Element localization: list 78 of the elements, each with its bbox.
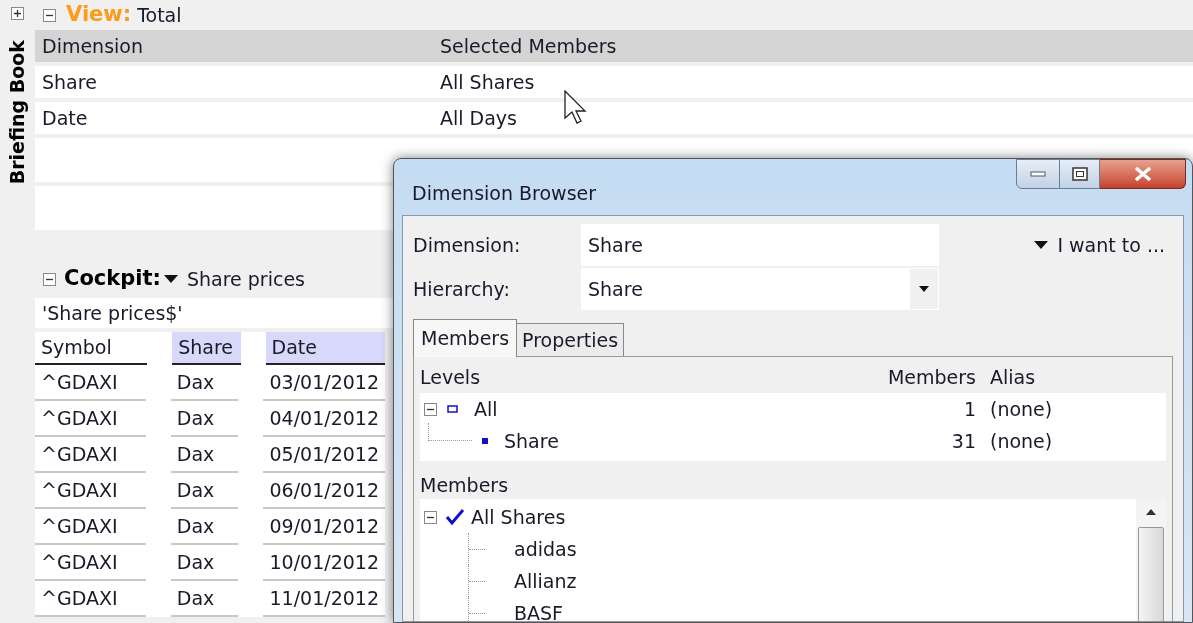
- collapse-icon[interactable]: [424, 510, 437, 524]
- close-icon: [1132, 166, 1153, 182]
- table-cell-text: Date: [42, 105, 88, 131]
- table-cell: ^GDAXI: [35, 473, 146, 509]
- dropdown-arrow-icon: [1033, 240, 1050, 250]
- table-cell-text: 31: [950, 428, 976, 454]
- action-menu[interactable]: I want to ...: [1033, 230, 1165, 260]
- close-button[interactable]: [1100, 159, 1186, 189]
- tree-line: [428, 423, 472, 441]
- maximize-button[interactable]: [1060, 159, 1100, 189]
- table-cell: ^GDAXI: [35, 545, 146, 581]
- collapse-icon[interactable]: [43, 8, 56, 22]
- level-square-icon: [482, 438, 488, 444]
- tree-item[interactable]: adidas: [514, 534, 577, 564]
- table-cell-text: All Shares: [440, 69, 535, 95]
- column-header[interactable]: Share: [172, 332, 241, 365]
- table-cell: ^GDAXI: [35, 437, 146, 473]
- table-cell: 09/01/2012: [263, 509, 385, 545]
- table-cell-text: Share: [42, 69, 97, 95]
- tree-item[interactable]: Allianz: [514, 566, 577, 596]
- window-title: Dimension Browser: [412, 181, 597, 206]
- field-label: Dimension:: [413, 232, 522, 258]
- view-name: Total: [137, 2, 182, 28]
- table-cell-text: All Days: [440, 105, 517, 131]
- table-cell: 11/01/2012: [263, 581, 385, 617]
- tab[interactable]: Members: [413, 319, 518, 357]
- field-label: Hierarchy:: [413, 276, 511, 302]
- dimension-field[interactable]: Share: [581, 224, 939, 266]
- maximize-icon: [1071, 167, 1088, 181]
- table-cell: 03/01/2012: [263, 365, 385, 401]
- column-header: Alias: [989, 364, 1037, 390]
- table-cell: 04/01/2012: [263, 401, 385, 437]
- level-name[interactable]: Share: [504, 426, 559, 456]
- level-name[interactable]: All: [474, 394, 498, 424]
- table-cell: 05/01/2012: [263, 437, 385, 473]
- table-cell: Dax: [170, 581, 239, 617]
- table-cell: ^GDAXI: [35, 365, 146, 401]
- table-cell: ^GDAXI: [35, 509, 146, 545]
- table-cell: Dax: [170, 509, 239, 545]
- section-label: Members: [420, 473, 510, 498]
- table-cell-text: (none): [989, 396, 1054, 422]
- tree-line: [468, 533, 484, 565]
- column-header: Levels: [420, 364, 482, 390]
- minimize-button[interactable]: [1016, 159, 1060, 189]
- table-cell: Dax: [170, 545, 239, 581]
- table-cell: Dax: [170, 401, 239, 437]
- table-cell: Dax: [170, 473, 239, 509]
- table-cell: 10/01/2012: [263, 545, 385, 581]
- column-header: Selected Members: [440, 33, 617, 59]
- column-header: Members: [886, 364, 976, 390]
- sidebar-title[interactable]: Briefing Book: [8, 40, 27, 185]
- table-cell: 06/01/2012: [263, 473, 385, 509]
- tab[interactable]: Properties: [517, 323, 625, 356]
- collapse-icon[interactable]: [424, 402, 437, 416]
- tree-line: [468, 597, 484, 621]
- checkmark-icon[interactable]: [445, 508, 465, 526]
- table-cell: Dax: [170, 437, 239, 473]
- scroll-up-icon[interactable]: [1146, 509, 1156, 515]
- minimize-icon: [1030, 171, 1046, 177]
- column-header[interactable]: Date: [265, 332, 385, 365]
- expand-icon[interactable]: [11, 7, 24, 20]
- cockpit-name[interactable]: Share prices: [186, 264, 305, 294]
- column-header: Dimension: [42, 33, 143, 59]
- tree-item[interactable]: All Shares: [471, 502, 566, 532]
- sheet-name: 'Share prices$': [35, 298, 395, 328]
- table-cell: Dax: [170, 365, 239, 401]
- table-cell: ^GDAXI: [35, 581, 146, 617]
- view-label: View:: [66, 1, 132, 29]
- hierarchy-dropdown[interactable]: Share: [581, 268, 939, 310]
- table-cell-text: (none): [989, 428, 1054, 454]
- table-cell-text: 1: [962, 396, 976, 422]
- tree-line: [468, 565, 484, 597]
- cockpit-label: Cockpit:: [64, 265, 161, 293]
- dropdown-arrow-icon[interactable]: [162, 274, 179, 284]
- level-hollow-square-icon: [447, 405, 458, 413]
- tree-item[interactable]: BASF: [514, 598, 564, 621]
- table-cell: ^GDAXI: [35, 401, 146, 437]
- collapse-icon[interactable]: [43, 272, 56, 286]
